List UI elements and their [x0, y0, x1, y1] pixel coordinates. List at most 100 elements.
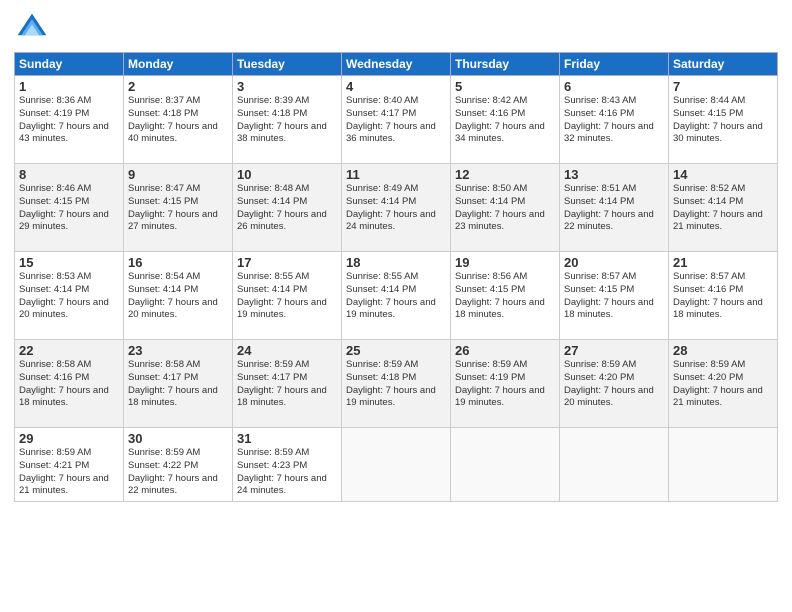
week-row-1: 1Sunrise: 8:36 AMSunset: 4:19 PMDaylight… [15, 76, 778, 164]
day-number: 27 [564, 343, 664, 358]
sunset: Sunset: 4:18 PM [128, 108, 198, 119]
daylight: Daylight: 7 hours and 19 minutes. [346, 385, 436, 409]
day-info: Sunrise: 8:59 AMSunset: 4:17 PMDaylight:… [237, 359, 337, 410]
daylight: Daylight: 7 hours and 24 minutes. [346, 209, 436, 233]
day-info: Sunrise: 8:59 AMSunset: 4:23 PMDaylight:… [237, 447, 337, 498]
calendar-cell: 11Sunrise: 8:49 AMSunset: 4:14 PMDayligh… [342, 164, 451, 252]
daylight: Daylight: 7 hours and 20 minutes. [19, 297, 109, 321]
sunrise: Sunrise: 8:59 AM [128, 447, 200, 458]
daylight: Daylight: 7 hours and 29 minutes. [19, 209, 109, 233]
sunset: Sunset: 4:14 PM [455, 196, 525, 207]
sunset: Sunset: 4:17 PM [128, 372, 198, 383]
day-number: 19 [455, 255, 555, 270]
sunrise: Sunrise: 8:40 AM [346, 95, 418, 106]
daylight: Daylight: 7 hours and 22 minutes. [564, 209, 654, 233]
logo [14, 10, 54, 46]
sunset: Sunset: 4:15 PM [455, 284, 525, 295]
day-number: 31 [237, 431, 337, 446]
daylight: Daylight: 7 hours and 38 minutes. [237, 121, 327, 145]
day-number: 5 [455, 79, 555, 94]
sunrise: Sunrise: 8:52 AM [673, 183, 745, 194]
sunrise: Sunrise: 8:58 AM [19, 359, 91, 370]
sunset: Sunset: 4:15 PM [564, 284, 634, 295]
sunrise: Sunrise: 8:54 AM [128, 271, 200, 282]
day-info: Sunrise: 8:59 AMSunset: 4:22 PMDaylight:… [128, 447, 228, 498]
calendar-cell: 1Sunrise: 8:36 AMSunset: 4:19 PMDaylight… [15, 76, 124, 164]
day-info: Sunrise: 8:55 AMSunset: 4:14 PMDaylight:… [346, 271, 446, 322]
week-row-3: 15Sunrise: 8:53 AMSunset: 4:14 PMDayligh… [15, 252, 778, 340]
sunrise: Sunrise: 8:46 AM [19, 183, 91, 194]
sunset: Sunset: 4:18 PM [237, 108, 307, 119]
calendar-cell: 25Sunrise: 8:59 AMSunset: 4:18 PMDayligh… [342, 340, 451, 428]
calendar-cell: 2Sunrise: 8:37 AMSunset: 4:18 PMDaylight… [124, 76, 233, 164]
weekday-header-saturday: Saturday [669, 53, 778, 76]
calendar-cell: 15Sunrise: 8:53 AMSunset: 4:14 PMDayligh… [15, 252, 124, 340]
daylight: Daylight: 7 hours and 20 minutes. [564, 385, 654, 409]
day-number: 22 [19, 343, 119, 358]
sunrise: Sunrise: 8:55 AM [237, 271, 309, 282]
calendar-cell [560, 428, 669, 502]
daylight: Daylight: 7 hours and 18 minutes. [237, 385, 327, 409]
daylight: Daylight: 7 hours and 19 minutes. [346, 297, 436, 321]
sunset: Sunset: 4:16 PM [564, 108, 634, 119]
sunrise: Sunrise: 8:37 AM [128, 95, 200, 106]
day-info: Sunrise: 8:59 AMSunset: 4:20 PMDaylight:… [564, 359, 664, 410]
daylight: Daylight: 7 hours and 22 minutes. [128, 473, 218, 497]
sunrise: Sunrise: 8:59 AM [455, 359, 527, 370]
day-number: 8 [19, 167, 119, 182]
weekday-header-sunday: Sunday [15, 53, 124, 76]
sunset: Sunset: 4:14 PM [346, 196, 416, 207]
sunrise: Sunrise: 8:59 AM [237, 447, 309, 458]
calendar-cell: 18Sunrise: 8:55 AMSunset: 4:14 PMDayligh… [342, 252, 451, 340]
day-info: Sunrise: 8:56 AMSunset: 4:15 PMDaylight:… [455, 271, 555, 322]
sunrise: Sunrise: 8:59 AM [237, 359, 309, 370]
weekday-header-tuesday: Tuesday [233, 53, 342, 76]
sunrise: Sunrise: 8:51 AM [564, 183, 636, 194]
sunrise: Sunrise: 8:39 AM [237, 95, 309, 106]
day-info: Sunrise: 8:46 AMSunset: 4:15 PMDaylight:… [19, 183, 119, 234]
calendar-cell: 20Sunrise: 8:57 AMSunset: 4:15 PMDayligh… [560, 252, 669, 340]
sunset: Sunset: 4:14 PM [237, 284, 307, 295]
day-number: 12 [455, 167, 555, 182]
daylight: Daylight: 7 hours and 21 minutes. [19, 473, 109, 497]
day-number: 30 [128, 431, 228, 446]
day-number: 1 [19, 79, 119, 94]
day-info: Sunrise: 8:39 AM Sunset: 4:18 PM Daylight:… [237, 95, 337, 146]
day-info: Sunrise: 8:59 AMSunset: 4:21 PMDaylight:… [19, 447, 119, 498]
calendar-cell [669, 428, 778, 502]
sunrise: Sunrise: 8:57 AM [673, 271, 745, 282]
calendar-cell: 3Sunrise: 8:39 AMSunset: 4:18 PMDaylight… [233, 76, 342, 164]
daylight: Daylight: 7 hours and 32 minutes. [564, 121, 654, 145]
sunrise: Sunrise: 8:59 AM [673, 359, 745, 370]
sunset: Sunset: 4:23 PM [237, 460, 307, 471]
sunrise: Sunrise: 8:47 AM [128, 183, 200, 194]
weekday-header-friday: Friday [560, 53, 669, 76]
day-number: 24 [237, 343, 337, 358]
day-number: 15 [19, 255, 119, 270]
day-number: 4 [346, 79, 446, 94]
day-number: 10 [237, 167, 337, 182]
day-info: Sunrise: 8:43 AMSunset: 4:16 PMDaylight:… [564, 95, 664, 146]
day-number: 14 [673, 167, 773, 182]
daylight: Daylight: 7 hours and 18 minutes. [19, 385, 109, 409]
day-info: Sunrise: 8:49 AMSunset: 4:14 PMDaylight:… [346, 183, 446, 234]
daylight: Daylight: 7 hours and 40 minutes. [128, 121, 218, 145]
daylight: Daylight: 7 hours and 21 minutes. [673, 385, 763, 409]
day-info: Sunrise: 8:52 AMSunset: 4:14 PMDaylight:… [673, 183, 773, 234]
calendar: SundayMondayTuesdayWednesdayThursdayFrid… [14, 52, 778, 502]
calendar-cell: 28Sunrise: 8:59 AMSunset: 4:20 PMDayligh… [669, 340, 778, 428]
calendar-cell: 16Sunrise: 8:54 AMSunset: 4:14 PMDayligh… [124, 252, 233, 340]
calendar-cell: 13Sunrise: 8:51 AMSunset: 4:14 PMDayligh… [560, 164, 669, 252]
day-info: Sunrise: 8:57 AMSunset: 4:15 PMDaylight:… [564, 271, 664, 322]
sunset: Sunset: 4:14 PM [237, 196, 307, 207]
calendar-cell: 27Sunrise: 8:59 AMSunset: 4:20 PMDayligh… [560, 340, 669, 428]
day-info: Sunrise: 8:47 AMSunset: 4:15 PMDaylight:… [128, 183, 228, 234]
day-number: 25 [346, 343, 446, 358]
day-info: Sunrise: 8:44 AMSunset: 4:15 PMDaylight:… [673, 95, 773, 146]
sunset: Sunset: 4:18 PM [346, 372, 416, 383]
sunset: Sunset: 4:16 PM [673, 284, 743, 295]
sunrise: Sunrise: 8:59 AM [19, 447, 91, 458]
day-number: 7 [673, 79, 773, 94]
sunset: Sunset: 4:15 PM [128, 196, 198, 207]
calendar-cell: 14Sunrise: 8:52 AMSunset: 4:14 PMDayligh… [669, 164, 778, 252]
